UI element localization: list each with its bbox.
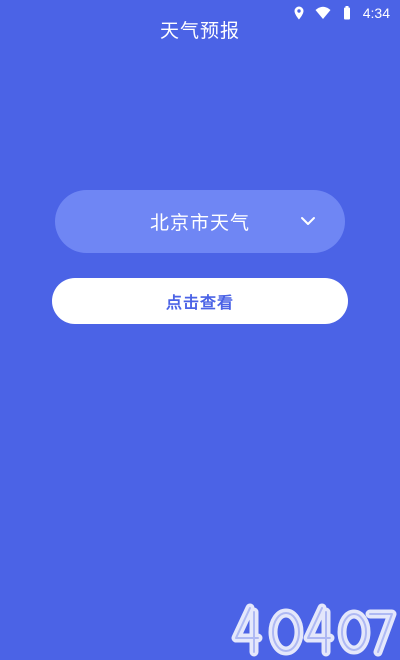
city-select-label: 北京市天气 — [149, 212, 250, 234]
page-title: 天气预报 — [159, 20, 240, 42]
view-weather-button[interactable]: 点击查看 — [52, 278, 348, 324]
view-weather-label: 点击查看 — [165, 295, 234, 312]
site-watermark-logo — [231, 603, 397, 657]
city-select-dropdown[interactable]: 北京市天气 — [55, 190, 345, 253]
chevron-down-icon — [301, 217, 315, 225]
